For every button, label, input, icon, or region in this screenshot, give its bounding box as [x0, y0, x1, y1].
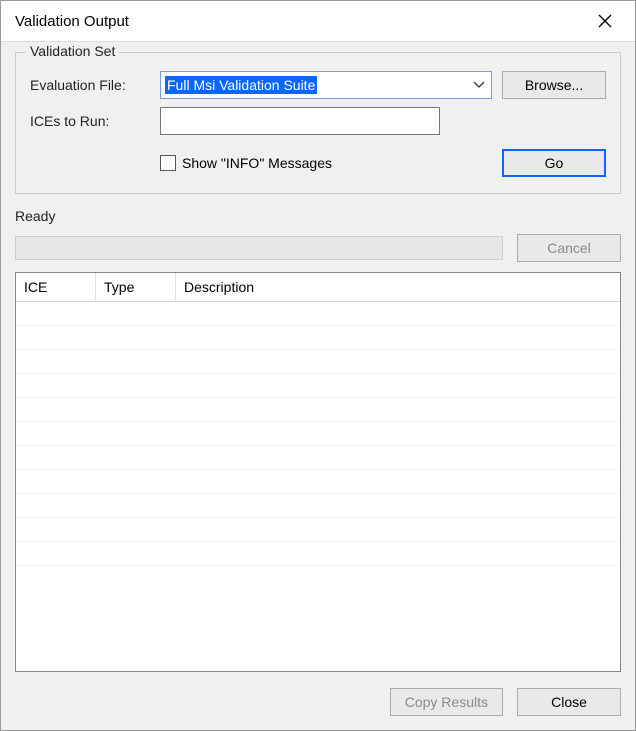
table-row	[16, 350, 620, 374]
show-info-checkbox-row: Show "INFO" Messages	[160, 155, 332, 171]
dialog-body: Validation Set Evaluation File: Full Msi…	[1, 42, 635, 730]
table-row	[16, 470, 620, 494]
close-icon	[598, 14, 612, 28]
table-body	[16, 302, 620, 671]
col-description[interactable]: Description	[176, 273, 620, 301]
evaluation-file-combo[interactable]: Full Msi Validation Suite	[160, 71, 492, 99]
validation-output-dialog: Validation Output Validation Set Evaluat…	[0, 0, 636, 731]
cancel-button[interactable]: Cancel	[517, 234, 621, 262]
dialog-footer: Copy Results Close	[15, 682, 621, 716]
evaluation-file-value: Full Msi Validation Suite	[165, 76, 317, 94]
table-row	[16, 518, 620, 542]
ices-row: ICEs to Run:	[30, 107, 606, 135]
copy-results-button[interactable]: Copy Results	[390, 688, 503, 716]
table-row	[16, 422, 620, 446]
table-row	[16, 374, 620, 398]
window-title: Validation Output	[15, 13, 129, 30]
col-type[interactable]: Type	[96, 273, 176, 301]
chevron-down-icon	[473, 81, 485, 89]
close-button[interactable]: Close	[517, 688, 621, 716]
validation-set-legend: Validation Set	[26, 43, 119, 59]
show-info-label: Show "INFO" Messages	[182, 155, 332, 171]
results-table: ICE Type Description	[15, 272, 621, 672]
progress-row: Cancel	[15, 234, 621, 262]
show-info-checkbox[interactable]	[160, 155, 176, 171]
validation-set-group: Validation Set Evaluation File: Full Msi…	[15, 52, 621, 194]
table-row	[16, 302, 620, 326]
ices-input[interactable]	[160, 107, 440, 135]
table-header: ICE Type Description	[16, 273, 620, 302]
go-button[interactable]: Go	[502, 149, 606, 177]
table-row	[16, 398, 620, 422]
col-ice[interactable]: ICE	[16, 273, 96, 301]
titlebar: Validation Output	[1, 1, 635, 42]
ices-label: ICEs to Run:	[30, 113, 150, 129]
table-row	[16, 494, 620, 518]
table-row	[16, 326, 620, 350]
evaluation-file-row: Evaluation File: Full Msi Validation Sui…	[30, 71, 606, 99]
evaluation-file-label: Evaluation File:	[30, 77, 150, 93]
status-text: Ready	[15, 208, 621, 224]
window-close-button[interactable]	[585, 7, 625, 35]
table-row	[16, 542, 620, 566]
progress-bar	[15, 236, 503, 260]
table-row	[16, 446, 620, 470]
browse-button[interactable]: Browse...	[502, 71, 606, 99]
options-row: Show "INFO" Messages Go	[30, 149, 606, 177]
